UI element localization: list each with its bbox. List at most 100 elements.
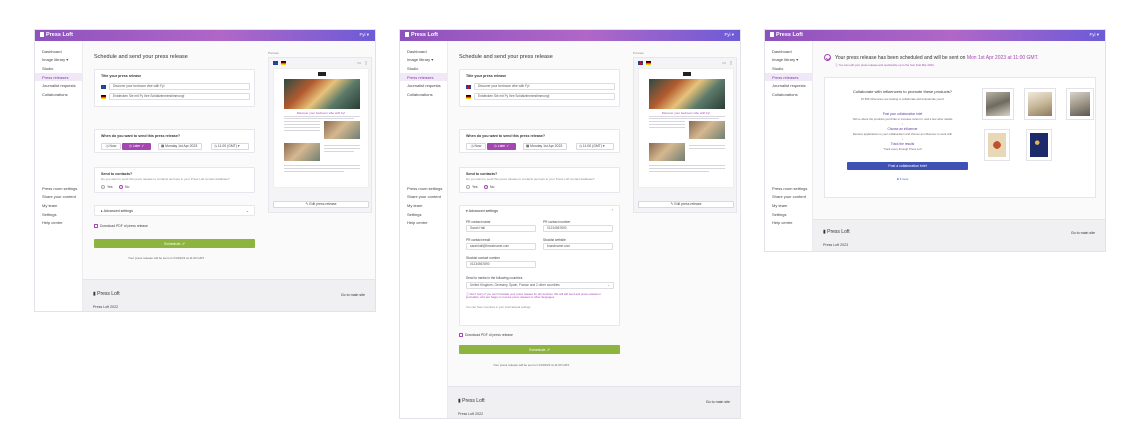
no-radio[interactable] (119, 185, 123, 189)
app-logo[interactable]: Press Loft (405, 32, 438, 38)
main-site-link[interactable]: Go to main site (1071, 231, 1095, 235)
sidebar-item-collaborations[interactable]: Collaborations (35, 90, 82, 99)
advanced-settings-toggle[interactable]: ▾ Advanced settings (466, 209, 498, 213)
title-en-input[interactable]: Discover your bedroom vibe with Fy! (109, 83, 250, 90)
sidebar-item-dashboard[interactable]: Dashboard (35, 47, 82, 56)
time-picker[interactable]: ◷ 11:00 (GMT) ▾ (576, 143, 614, 150)
download-pdf-checkbox[interactable] (94, 224, 98, 228)
title-en-input[interactable]: Discover your bedroom vibe with Fy! (474, 83, 615, 90)
time-picker[interactable]: ◷ 11:00 (GMT) ▾ (211, 143, 249, 150)
app-logo[interactable]: Press Loft (40, 32, 73, 38)
edit-press-release-button[interactable]: ✎ Edit press release (638, 201, 734, 208)
user-name: Fyi (359, 32, 366, 37)
yes-radio[interactable] (101, 185, 105, 189)
desktop-icon[interactable]: ▭ (357, 60, 361, 65)
preview-text-line (649, 168, 725, 169)
de-flag-icon[interactable] (281, 61, 286, 65)
now-button[interactable]: ◷ Now (466, 143, 486, 150)
sidebar-item-journalist-requests[interactable]: Journalist requests (35, 81, 82, 90)
user-name: Fyi (1089, 32, 1096, 37)
sidebar-item-share-content[interactable]: Share your content (35, 193, 84, 202)
now-button[interactable]: ◷ Now (101, 143, 121, 150)
pr-email-input[interactable]: sarahhall@brandname.com (466, 243, 536, 250)
sidebar-item-my-team[interactable]: My team (35, 201, 84, 210)
preview-text-line (649, 118, 719, 119)
sidebar-item-image-library[interactable]: Image library ▾ (765, 56, 812, 65)
preview-text-line (284, 121, 320, 122)
app-logo[interactable]: Press Loft (770, 32, 803, 38)
main-content: Schedule and send your press release Pre… (448, 41, 740, 418)
sidebar-item-collaborations[interactable]: Collaborations (400, 90, 447, 99)
main-site-link[interactable]: Go to main site (706, 400, 730, 404)
yes-radio[interactable] (466, 185, 470, 189)
title-de-input[interactable]: Entdecken Sie mit Fy Ihre Schlafzimmerst… (109, 93, 250, 100)
media-countries-select[interactable]: United Kingdom, Germany, Spain, France a… (466, 282, 614, 289)
de-flag-icon[interactable] (646, 61, 651, 65)
sidebar-item-help-centre[interactable]: Help centre (35, 218, 84, 227)
main-site-link[interactable]: Go to main site (341, 293, 365, 297)
sidebar-item-press-room-settings[interactable]: Press room settings (35, 184, 84, 193)
sidebar-item-press-room-settings[interactable]: Press room settings (765, 184, 814, 193)
footer-logo-text: Press Loft (827, 229, 850, 235)
sidebar-item-press-releases[interactable]: Press releases (765, 72, 812, 82)
sidebar-item-press-releases[interactable]: Press releases (35, 72, 82, 82)
stockist-website-input[interactable]: brandname.com (543, 243, 613, 250)
later-button[interactable]: ◷ Later ✓ (487, 143, 516, 150)
sidebar-item-journalist-requests[interactable]: Journalist requests (400, 81, 447, 90)
step-track-results[interactable]: Track the results (840, 142, 965, 146)
step-post-brief[interactable]: Post your collaboration brief (840, 112, 965, 116)
preview-text-line (649, 124, 685, 125)
stockist-number-input[interactable]: 01234567890 (466, 261, 536, 268)
pr-number-input[interactable]: 01234567890 (543, 225, 613, 232)
date-picker[interactable]: ▦ Monday 1st Apr 2023 (158, 143, 202, 150)
step-choose-influencer[interactable]: Choose an influencer (840, 127, 965, 131)
sidebar-item-share-content[interactable]: Share your content (765, 193, 814, 202)
media-note-text: Don't worry if you can't translate your … (466, 292, 601, 300)
user-menu[interactable]: Fyi ▾ (359, 32, 369, 38)
sidebar-item-press-room-settings[interactable]: Press room settings (400, 184, 449, 193)
sidebar-item-my-team[interactable]: My team (765, 201, 814, 210)
mobile-icon[interactable]: ▯ (730, 60, 732, 65)
edit-press-release-button[interactable]: ✎ Edit press release (273, 201, 369, 208)
date-picker[interactable]: ▦ Monday 1st Apr 2023 (523, 143, 567, 150)
sidebar-item-share-content[interactable]: Share your content (400, 193, 449, 202)
footer-logo: ▮ Press Loft (458, 398, 485, 404)
sidebar-item-journalist-requests[interactable]: Journalist requests (765, 81, 812, 90)
sidebar-item-my-team[interactable]: My team (400, 201, 449, 210)
user-menu[interactable]: Fyi ▾ (724, 32, 734, 38)
more-link[interactable]: ⊕ 5 more (840, 177, 965, 181)
sidebar-item-settings[interactable]: Settings (400, 210, 449, 219)
sidebar-item-studio[interactable]: Studio (400, 64, 447, 73)
advanced-settings-toggle[interactable]: ▸ Advanced settings ⌄ (94, 205, 255, 216)
user-menu[interactable]: Fyi ▾ (1089, 32, 1099, 38)
schedule-button[interactable]: Schedule ➚ (459, 345, 620, 354)
preview-text-line (284, 118, 354, 119)
sidebar-item-studio[interactable]: Studio (765, 64, 812, 73)
schedule-button[interactable]: Schedule ➚ (94, 239, 255, 248)
sidebar-item-image-library[interactable]: Image library ▾ (35, 56, 82, 65)
preview-text-line (649, 127, 685, 128)
uk-flag-icon[interactable] (273, 61, 278, 65)
sidebar-item-dashboard[interactable]: Dashboard (400, 47, 447, 56)
download-pdf-checkbox[interactable] (459, 333, 463, 337)
sidebar-item-press-releases[interactable]: Press releases (400, 72, 447, 82)
no-radio[interactable] (484, 185, 488, 189)
chevron-up-icon[interactable]: ⌃ (611, 209, 614, 213)
sidebar-item-settings[interactable]: Settings (765, 210, 814, 219)
sidebar-item-settings[interactable]: Settings (35, 210, 84, 219)
sidebar-item-studio[interactable]: Studio (35, 64, 82, 73)
uk-flag-icon[interactable] (638, 61, 643, 65)
later-button[interactable]: ◷ Later ✓ (122, 143, 151, 150)
pr-name-input[interactable]: Sarah Hall (466, 225, 536, 232)
sidebar-item-help-centre[interactable]: Help centre (400, 218, 449, 227)
sidebar-item-collaborations[interactable]: Collaborations (765, 90, 812, 99)
mobile-icon[interactable]: ▯ (365, 60, 367, 65)
post-collaboration-brief-button[interactable]: Post a collaboration brief (847, 162, 968, 170)
desktop-icon[interactable]: ▭ (722, 60, 726, 65)
sidebar-item-image-library[interactable]: Image library ▾ (400, 56, 447, 65)
sidebar-item-help-centre[interactable]: Help centre (765, 218, 814, 227)
title-section-heading: Title your press release (466, 74, 507, 78)
title-de-input[interactable]: Entdecken Sie mit Fy Ihre Schlafzimmerst… (474, 93, 615, 100)
screen-schedule-advanced: Press Loft Fyi ▾ Dashboard Image library… (399, 29, 741, 419)
sidebar-item-dashboard[interactable]: Dashboard (765, 47, 812, 56)
